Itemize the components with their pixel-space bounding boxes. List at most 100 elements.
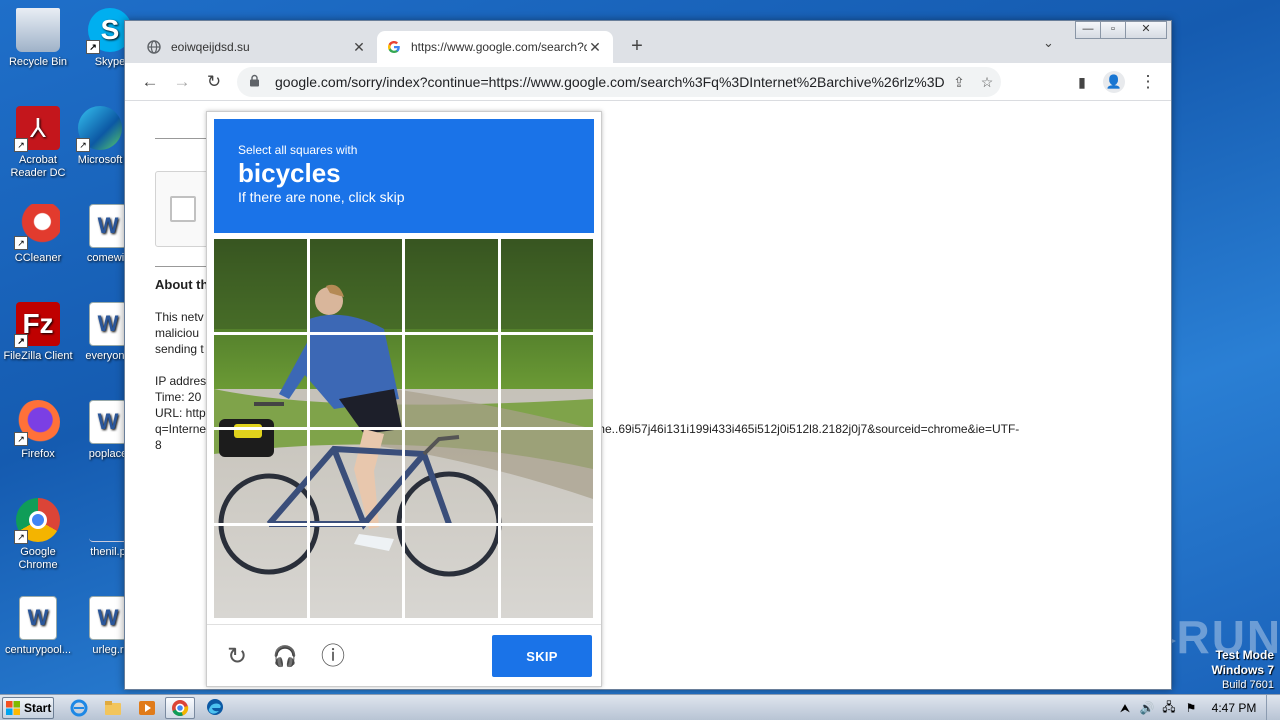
captcha-tile[interactable]	[501, 335, 594, 428]
captcha-instruction: Select all squares with	[238, 143, 358, 157]
desktop-icon-label: Recycle Bin	[8, 56, 68, 68]
taskbar-chrome-icon[interactable]	[165, 697, 195, 719]
bookmark-star-icon[interactable]: ☆	[973, 74, 1001, 91]
word-document-icon: W	[19, 596, 57, 640]
desktop-icon-recycle-bin[interactable]: Recycle Bin	[0, 8, 76, 69]
desktop-icon-google-chrome[interactable]: ↗ Google Chrome	[0, 498, 76, 572]
filezilla-icon: Fz ↗	[14, 302, 60, 348]
captcha-tile[interactable]	[214, 239, 307, 332]
captcha-tile[interactable]	[405, 335, 498, 428]
info-line: IP addres	[155, 374, 207, 388]
tab-strip: eoiwqeijdsd.su ✕ https://www.google.com/…	[125, 21, 1171, 63]
windows-logo-icon	[6, 701, 20, 715]
taskbar-edge-icon[interactable]	[200, 697, 230, 719]
tab-google-search[interactable]: https://www.google.com/search?q= ✕	[377, 31, 613, 63]
share-icon[interactable]: ⇪	[945, 74, 973, 91]
captcha-tile[interactable]	[501, 526, 594, 619]
tab-close-icon[interactable]: ✕	[351, 39, 367, 56]
taskbar-ie-icon[interactable]	[64, 697, 94, 719]
os-label: Windows 7	[1211, 663, 1274, 677]
captcha-tile[interactable]	[405, 430, 498, 523]
lock-icon[interactable]	[249, 74, 261, 90]
audio-challenge-icon[interactable]: 🎧	[271, 643, 299, 671]
grid-separator	[214, 427, 593, 430]
volume-icon[interactable]: 🔊	[1136, 701, 1158, 715]
captcha-tile[interactable]	[310, 335, 403, 428]
captcha-tile[interactable]	[310, 239, 403, 332]
profile-avatar-icon[interactable]: 👤	[1103, 71, 1125, 93]
tab-close-icon[interactable]: ✕	[587, 39, 603, 56]
reload-challenge-icon[interactable]: ↻	[223, 643, 251, 671]
desktop-icon-firefox[interactable]: ↗ Firefox	[0, 400, 76, 461]
taskbar: Start ⮝ 🔊 🖧 ⚑ 4:47 PM	[0, 694, 1280, 720]
chrome-icon: ↗	[14, 498, 60, 544]
show-desktop-button[interactable]	[1266, 695, 1280, 720]
para-line: maliciou	[155, 326, 200, 340]
grid-separator	[497, 239, 501, 618]
taskbar-explorer-icon[interactable]	[98, 697, 128, 719]
info-line: Time: 20	[155, 390, 202, 404]
info-line: q=Interne	[155, 422, 207, 436]
tray-expand-icon[interactable]: ⮝	[1114, 701, 1136, 716]
side-panel-icon[interactable]: ▮	[1071, 71, 1093, 93]
menu-kebab-icon[interactable]: ⋮	[1137, 71, 1159, 93]
desktop-icon-label: thenil.p	[90, 546, 126, 558]
captcha-footer: ↻ 🎧 ⓘ SKIP	[207, 624, 601, 686]
about-heading: About th	[155, 277, 209, 292]
captcha-tile[interactable]	[501, 239, 594, 332]
captcha-tile[interactable]	[214, 430, 307, 523]
forward-button[interactable]: →	[171, 71, 193, 93]
desktop-icon-label: Google Chrome	[18, 546, 58, 571]
new-tab-button[interactable]: +	[625, 35, 649, 58]
ccleaner-icon: ↗	[14, 204, 60, 250]
captcha-tile[interactable]	[405, 526, 498, 619]
desktop-icon-label: Microsoft	[77, 154, 123, 166]
close-window-button[interactable]: ✕	[1125, 21, 1167, 39]
start-label: Start	[24, 701, 52, 715]
clock[interactable]: 4:47 PM	[1202, 701, 1266, 715]
desktop-icon-label: centurypool...	[4, 644, 72, 656]
address-bar[interactable]: google.com/sorry/index?continue=https://…	[237, 67, 1001, 97]
word-document-icon: W	[89, 596, 127, 640]
tab-search-chevron-icon[interactable]: ⌄	[1043, 35, 1054, 51]
url-text[interactable]: google.com/sorry/index?continue=https://…	[275, 74, 945, 90]
edge-icon: ↗	[76, 106, 122, 152]
captcha-tile[interactable]	[405, 239, 498, 332]
desktop-icon-label: Skype	[94, 56, 126, 68]
captcha-tile[interactable]	[214, 335, 307, 428]
google-icon	[387, 40, 401, 54]
captcha-tile[interactable]	[310, 526, 403, 619]
captcha-target: bicycles	[238, 158, 341, 188]
captcha-tile[interactable]	[214, 526, 307, 619]
recaptcha-checkbox[interactable]	[170, 196, 196, 222]
desktop-icon-label: urleg.r	[92, 644, 124, 656]
captcha-image-grid	[214, 239, 593, 618]
info-line: 8	[155, 438, 162, 452]
reload-button[interactable]: ↻	[203, 71, 225, 93]
desktop-icon-ccleaner[interactable]: ↗ CCleaner	[0, 204, 76, 265]
browser-toolbar: ← → ↻ google.com/sorry/index?continue=ht…	[125, 63, 1171, 101]
network-icon[interactable]: 🖧	[1158, 698, 1180, 719]
back-button[interactable]: ←	[139, 71, 161, 93]
recycle-bin-icon	[16, 8, 60, 52]
info-icon[interactable]: ⓘ	[319, 643, 347, 671]
minimize-button[interactable]: —	[1075, 21, 1101, 39]
info-line: URL: http	[155, 406, 206, 420]
desktop-icon-label: CCleaner	[14, 252, 62, 264]
skip-button[interactable]: SKIP	[492, 635, 592, 677]
desktop-icon-label: comewill	[86, 252, 130, 264]
restore-button[interactable]: ▫	[1100, 21, 1126, 39]
tab-eoiwqeijdsd[interactable]: eoiwqeijdsd.su ✕	[137, 31, 377, 63]
blank-file-icon	[89, 498, 127, 542]
grid-separator	[214, 522, 593, 526]
captcha-tile[interactable]	[310, 430, 403, 523]
action-center-flag-icon[interactable]: ⚑	[1180, 701, 1202, 715]
start-button[interactable]: Start	[2, 697, 54, 719]
test-mode-label: Test Mode	[1215, 648, 1274, 662]
desktop-icon-filezilla[interactable]: Fz ↗ FileZilla Client	[0, 302, 76, 363]
captcha-tile[interactable]	[501, 430, 594, 523]
para-line: This netv	[155, 310, 204, 324]
desktop-icon-label: poplace	[88, 448, 128, 460]
taskbar-media-player-icon[interactable]	[132, 697, 162, 719]
desktop-icon-centurypool[interactable]: W centurypool...	[0, 596, 76, 657]
